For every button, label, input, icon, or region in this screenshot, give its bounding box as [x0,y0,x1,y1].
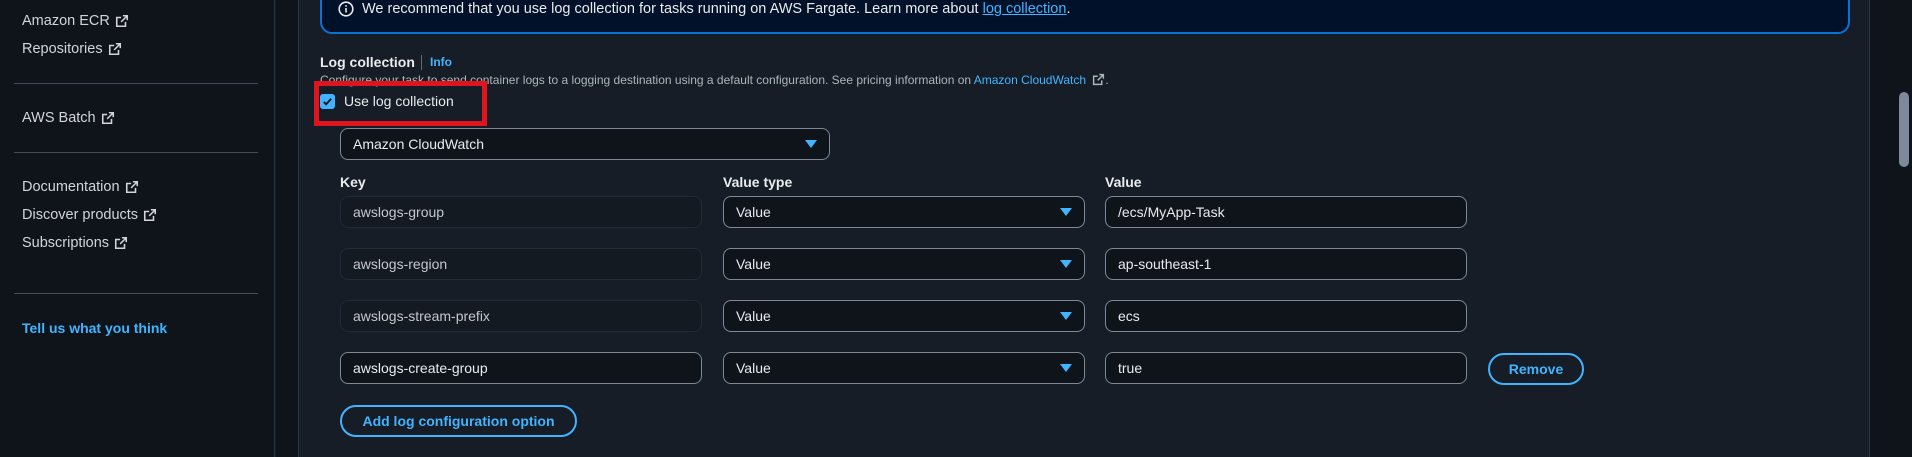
sidebar-item-aws-batch[interactable]: AWS Batch [22,110,115,126]
cloudwatch-pricing-link[interactable]: Amazon CloudWatch [974,73,1086,87]
value-type-select[interactable]: Value [723,248,1085,280]
external-link-icon [108,42,121,56]
feedback-link[interactable]: Tell us what you think [22,320,167,336]
section-title: Log collection [320,54,415,70]
external-link-icon [101,111,114,125]
value-type-select[interactable]: Value [723,352,1085,384]
sidebar-divider [14,83,258,84]
sidebar-item-repositories[interactable]: Repositories [22,41,122,57]
external-link-icon [1093,73,1105,86]
alert-suffix: . [1066,1,1071,17]
sidebar-item-label: AWS Batch [22,110,96,126]
caret-down-icon [805,140,817,148]
content-panel [298,0,1870,457]
value-type-select[interactable]: Value [723,196,1085,228]
key-field: awslogs-stream-prefix [340,300,702,332]
value-field[interactable]: /ecs/MyApp-Task [1105,196,1467,228]
description-suffix: . [1105,73,1109,87]
caret-down-icon [1060,312,1072,320]
value-field[interactable]: ap-southeast-1 [1105,248,1467,280]
scrollbar-thumb[interactable] [1899,92,1909,167]
select-value: Value [736,204,771,220]
sidebar-divider [14,293,258,294]
caret-down-icon [1060,260,1072,268]
sidebar-item-discover-products[interactable]: Discover products [22,207,157,223]
add-log-config-option-button[interactable]: Add log configuration option [340,405,577,437]
log-destination-select[interactable]: Amazon CloudWatch [340,128,830,160]
alert-text: We recommend that you use log collection… [362,1,983,17]
external-link-icon [115,14,128,28]
key-field: awslogs-region [340,248,702,280]
caret-down-icon [1060,364,1072,372]
value-field[interactable]: ecs [1105,300,1467,332]
key-field[interactable]: awslogs-create-group [340,352,702,384]
select-value: Value [736,360,771,376]
select-value: Value [736,256,771,272]
value-field[interactable]: true [1105,352,1467,384]
scrollbar-track [1896,0,1912,457]
highlight-annotation [314,81,487,126]
info-link[interactable]: Info [430,55,452,69]
alert-message: We recommend that you use log collection… [362,1,1070,17]
sidebar-item-label: Documentation [22,179,120,195]
sidebar-item-documentation[interactable]: Documentation [22,179,139,195]
sidebar-item-label: Subscriptions [22,235,110,251]
log-collection-link[interactable]: log collection [983,1,1067,17]
sidebar-item-label: Amazon ECR [22,13,110,29]
value-type-select[interactable]: Value [723,300,1085,332]
info-icon [338,1,354,17]
section-separator [421,55,422,70]
remove-button[interactable]: Remove [1488,353,1584,385]
info-alert: We recommend that you use log collection… [320,0,1850,34]
external-link-icon [144,208,157,222]
select-value: Amazon CloudWatch [353,136,484,152]
column-header-key: Key [340,174,366,190]
select-value: Value [736,308,771,324]
external-link-icon [125,180,138,194]
external-link-icon [115,236,128,250]
key-field: awslogs-group [340,196,702,228]
sidebar-divider [14,152,258,153]
sidebar-item-label: Repositories [22,41,103,57]
column-header-value: Value [1105,174,1142,190]
caret-down-icon [1060,208,1072,216]
sidebar-item-amazon-ecr[interactable]: Amazon ECR [22,13,129,29]
sidebar-item-subscriptions[interactable]: Subscriptions [22,235,128,251]
sidebar: Amazon ECR Repositories AWS Batch Docume… [0,0,275,457]
column-header-value-type: Value type [723,174,793,190]
sidebar-item-label: Discover products [22,207,139,223]
